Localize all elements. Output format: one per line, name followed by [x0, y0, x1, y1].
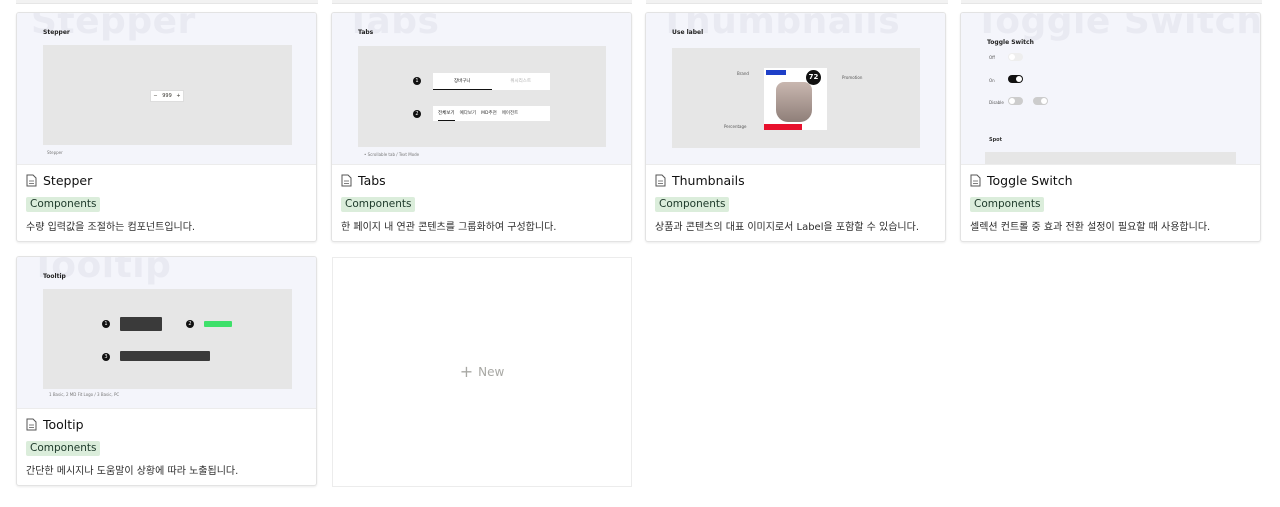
- tabs-preview-row2: 전체보기 예다보기 MD추천 에이전트: [433, 106, 550, 121]
- toggle-state-label: Off: [989, 55, 995, 60]
- cover-preview-panel: − 999 +: [43, 45, 292, 145]
- category-tag: Components: [26, 441, 101, 456]
- card-description: 간단한 메시지나 도움말이 상황에 따라 노출됩니다.: [26, 466, 239, 477]
- card-cover: Thumbnails Use label Brand Promotion Per…: [646, 13, 945, 165]
- card-description: 상품과 콘텐츠의 대표 이미지로서 Label을 포함할 수 있습니다.: [655, 222, 920, 233]
- cover-watermark: Stepper: [31, 13, 196, 42]
- gallery-card-stepper[interactable]: Stepper Stepper − 999 + Stepper Stepper …: [16, 12, 317, 242]
- new-label: New: [478, 365, 505, 379]
- category-tag: Components: [26, 197, 101, 212]
- spot-preview-panel: [985, 152, 1236, 164]
- page-icon: [26, 418, 37, 431]
- cover-preview-panel: Brand Promotion Percentage 72: [672, 48, 920, 148]
- card-cover: Toggle Switch Toggle Switch Off On Disab…: [961, 13, 1260, 165]
- tab-preview: 장바구니: [433, 73, 492, 90]
- section-label: Spot: [989, 137, 1003, 143]
- cover-heading: Tabs: [358, 29, 374, 36]
- page-icon: [655, 174, 666, 187]
- previous-row-edge: [961, 0, 1262, 4]
- tab-preview: 위시리스트: [510, 79, 532, 84]
- card-title[interactable]: Tabs: [358, 173, 386, 188]
- cover-footer: 1 Basic, 2 MD Fit Logo / 3 Basic, PC: [49, 392, 120, 397]
- cover-footer: • Scrollable tab / Text Mode: [364, 152, 420, 157]
- gallery-card-thumbnails[interactable]: Thumbnails Use label Brand Promotion Per…: [645, 12, 946, 242]
- plus-icon: +: [176, 93, 181, 99]
- tab-preview: 에이전트: [501, 111, 519, 116]
- plus-icon: +: [459, 362, 474, 381]
- cover-heading: Use label: [672, 29, 704, 36]
- category-tag: Components: [970, 197, 1045, 212]
- card-title[interactable]: Thumbnails: [672, 173, 745, 188]
- toggle-disabled-preview: [1008, 97, 1023, 105]
- previous-row-edge: [16, 0, 318, 4]
- brand-label: [766, 70, 786, 75]
- cover-footer: Stepper: [47, 150, 63, 155]
- promotion-badge: 72: [806, 70, 821, 85]
- cover-watermark: Thumbnails: [660, 13, 901, 42]
- category-tag: Components: [655, 197, 730, 212]
- card-cover: Tabs Tabs 1 장바구니 위시리스트 2 전체보기 예다보기 MD추천 …: [332, 13, 631, 165]
- category-tag: Components: [341, 197, 416, 212]
- card-title[interactable]: Tooltip: [43, 417, 84, 432]
- cover-preview-panel: 1 2 3: [43, 289, 292, 389]
- step-marker: 3: [102, 353, 110, 361]
- tooltip-preview: [120, 351, 210, 361]
- card-title[interactable]: Toggle Switch: [987, 173, 1073, 188]
- step-marker: 2: [413, 110, 421, 118]
- cover-preview-panel: 1 장바구니 위시리스트 2 전체보기 예다보기 MD추천 에이전트: [358, 46, 606, 147]
- toggle-state-label: On: [989, 78, 995, 83]
- card-cover: Stepper Stepper − 999 + Stepper: [17, 13, 316, 165]
- minus-icon: −: [153, 93, 158, 99]
- cover-heading: Toggle Switch: [987, 39, 1034, 46]
- card-description: 셀렉션 컨트롤 중 효과 전환 설정이 필요할 때 사용합니다.: [970, 222, 1211, 233]
- stepper-preview: − 999 +: [150, 90, 184, 102]
- annotation-label: Promotion: [842, 75, 863, 80]
- toggle-off-preview: [1008, 53, 1023, 61]
- tab-preview: 예다보기: [459, 111, 477, 116]
- new-page-button[interactable]: + New: [332, 257, 632, 487]
- tooltip-preview: [120, 317, 162, 331]
- product-image: [776, 82, 812, 122]
- previous-row-edge: [646, 0, 948, 4]
- toggle-disabled-preview: [1033, 97, 1048, 105]
- previous-row-edge: [332, 0, 632, 4]
- page-icon: [970, 174, 981, 187]
- stepper-value: 999: [162, 93, 172, 99]
- tab-preview: MD추천: [481, 111, 497, 116]
- step-marker: 1: [413, 77, 421, 85]
- step-marker: 2: [186, 320, 194, 328]
- card-description: 수량 입력값을 조절하는 컴포넌트입니다.: [26, 222, 196, 233]
- tabs-preview-row1: 장바구니 위시리스트: [433, 73, 550, 90]
- toggle-state-label: Disable: [989, 100, 1004, 105]
- card-cover: Tooltip Tooltip 1 2 3 1 Basic, 2 MD Fit …: [17, 257, 316, 409]
- step-marker: 1: [102, 320, 110, 328]
- cover-heading: Stepper: [43, 29, 70, 36]
- annotation-label: Brand: [737, 71, 749, 76]
- card-description: 한 페이지 내 연관 콘텐츠를 그룹화하여 구성합니다.: [341, 222, 557, 233]
- cover-heading: Tooltip: [43, 273, 66, 280]
- tooltip-preview-accent: [204, 321, 232, 327]
- page-icon: [26, 174, 37, 187]
- cover-watermark: Tabs: [346, 13, 440, 42]
- tab-preview: 전체보기: [438, 106, 455, 121]
- toggle-on-preview: [1008, 75, 1023, 83]
- gallery-card-tabs[interactable]: Tabs Tabs 1 장바구니 위시리스트 2 전체보기 예다보기 MD추천 …: [331, 12, 632, 242]
- gallery-card-toggle-switch[interactable]: Toggle Switch Toggle Switch Off On Disab…: [960, 12, 1261, 242]
- page-icon: [341, 174, 352, 187]
- annotation-label: Percentage: [724, 124, 747, 129]
- cover-watermark: Toggle Switch: [975, 13, 1260, 42]
- product-thumbnail: 72: [764, 68, 827, 130]
- card-title[interactable]: Stepper: [43, 173, 92, 188]
- cover-watermark: Tooltip: [31, 257, 172, 286]
- percentage-label: [764, 124, 802, 130]
- gallery-card-tooltip[interactable]: Tooltip Tooltip 1 2 3 1 Basic, 2 MD Fit …: [16, 256, 317, 486]
